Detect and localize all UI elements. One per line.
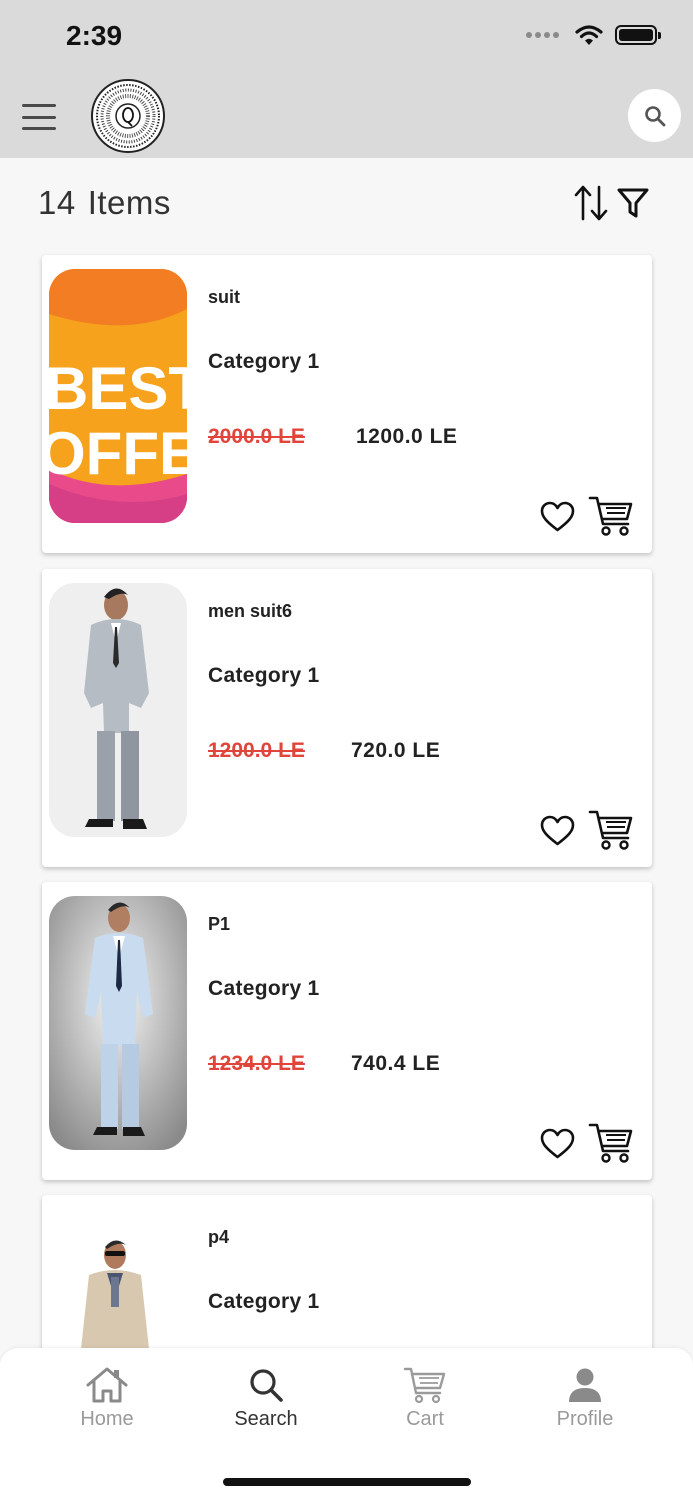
tab-home[interactable]: Home xyxy=(47,1366,167,1431)
profile-icon xyxy=(569,1368,601,1402)
favorite-button[interactable] xyxy=(540,501,575,533)
items-count-number: 14 xyxy=(38,184,76,221)
status-icons xyxy=(526,24,661,46)
product-card[interactable]: men suit6 Category 1 1200.0 LE 720.0 LE xyxy=(42,569,652,867)
product-price: 1200.0 LE xyxy=(356,425,458,448)
sort-button[interactable] xyxy=(573,184,609,222)
cart-icon xyxy=(403,1367,446,1404)
search-icon xyxy=(644,105,665,126)
product-card[interactable]: P1 Category 1 1234.0 LE 740.4 LE xyxy=(42,882,652,1180)
tab-home-label: Home xyxy=(80,1408,134,1430)
header-search-button[interactable] xyxy=(628,89,681,142)
image-text-offer: OFFER xyxy=(49,420,187,487)
tab-search[interactable]: Search xyxy=(206,1366,326,1431)
product-old-price: 1200.0 LE xyxy=(208,739,305,762)
heart-icon xyxy=(540,501,575,532)
cart-icon xyxy=(588,810,633,850)
battery-icon xyxy=(615,25,661,45)
product-card[interactable]: BEST OFFER suit Category 1 2000.0 LE 120… xyxy=(42,255,652,553)
image-text-best: BEST xyxy=(49,355,187,422)
product-category: Category 1 xyxy=(208,664,320,687)
cellular-signal-icon xyxy=(526,32,559,38)
add-to-cart-button[interactable] xyxy=(588,809,634,851)
product-image xyxy=(49,896,187,1150)
home-indicator[interactable] xyxy=(223,1478,471,1486)
tab-search-label: Search xyxy=(234,1408,298,1430)
status-time: 2:39 xyxy=(66,20,123,51)
product-name: P1 xyxy=(208,914,231,934)
hamburger-menu-icon[interactable] xyxy=(22,104,56,130)
cart-icon xyxy=(588,496,633,536)
product-name: suit xyxy=(208,287,241,307)
items-count: 14 Items xyxy=(38,184,171,222)
add-to-cart-button[interactable] xyxy=(588,1122,634,1164)
product-price: 720.0 LE xyxy=(351,739,441,762)
tab-cart[interactable]: Cart xyxy=(365,1366,485,1431)
add-to-cart-button[interactable] xyxy=(588,495,634,537)
heart-icon xyxy=(540,1128,575,1159)
filter-button[interactable] xyxy=(616,186,650,220)
product-category: Category 1 xyxy=(208,977,320,1000)
tab-profile-label: Profile xyxy=(556,1408,614,1430)
sort-icon xyxy=(574,185,608,221)
product-image xyxy=(49,583,187,837)
tab-cart-label: Cart xyxy=(406,1408,444,1430)
cart-icon xyxy=(588,1123,633,1163)
items-count-label: Items xyxy=(87,184,171,221)
product-image: BEST OFFER xyxy=(49,269,187,523)
product-name: p4 xyxy=(208,1227,230,1247)
wifi-icon xyxy=(575,25,603,45)
search-icon xyxy=(250,1369,283,1402)
product-category: Category 1 xyxy=(208,350,320,373)
product-name: men suit6 xyxy=(208,601,293,621)
product-category: Category 1 xyxy=(208,1290,320,1313)
brand-logo[interactable] xyxy=(91,79,165,153)
product-price: 740.4 LE xyxy=(351,1052,441,1075)
product-old-price: 2000.0 LE xyxy=(208,425,305,448)
filter-icon xyxy=(617,188,649,218)
favorite-button[interactable] xyxy=(540,1128,575,1160)
product-old-price: 1234.0 LE xyxy=(208,1052,305,1075)
home-icon xyxy=(86,1367,128,1403)
app-header: 2:39 xyxy=(0,0,693,158)
tab-profile[interactable]: Profile xyxy=(525,1366,645,1431)
heart-icon xyxy=(540,815,575,846)
favorite-button[interactable] xyxy=(540,815,575,847)
